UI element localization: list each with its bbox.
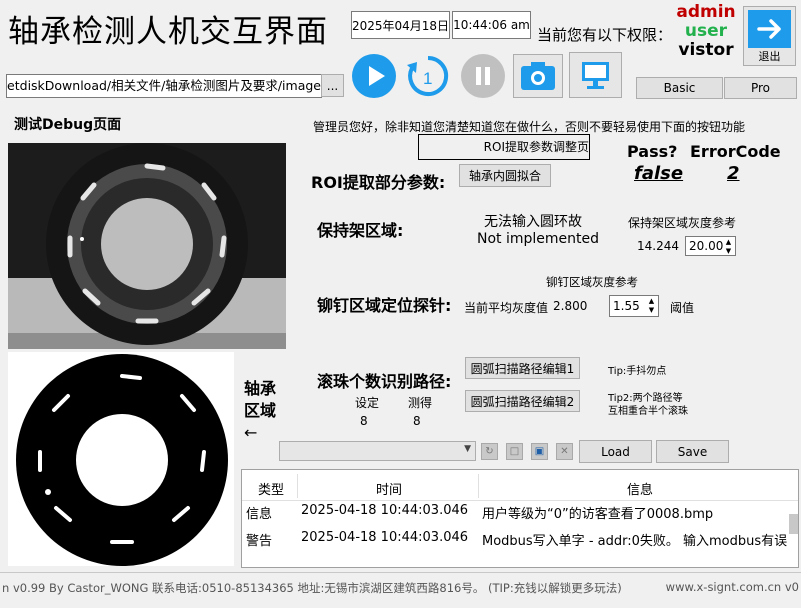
tip-2-line-2: 互相重合半个滚珠 <box>608 406 688 417</box>
role-admin: admin <box>676 2 736 22</box>
bearing-region-label: 轴承 区域 ← <box>244 379 277 442</box>
time-display: 10:44:06 am <box>452 11 531 39</box>
error-code-label: ErrorCode <box>690 142 781 161</box>
cage-not-implemented-en: Not implemented <box>477 231 600 247</box>
replay-icon[interactable]: 1 <box>404 52 452 100</box>
pass-label: Pass? <box>627 142 678 161</box>
status-info: n v0.99 By Castor_WONG 联系电话:0510-8513436… <box>2 581 622 595</box>
log-row[interactable]: 警告 2025-04-18 10:44:03.046 Modbus写入单字 - … <box>242 525 798 551</box>
browse-button[interactable]: ... <box>321 74 344 97</box>
pass-value: false <box>634 163 684 184</box>
threshold-spinner[interactable]: 1.55 ▲ ▼ <box>609 295 659 317</box>
log-header-info: 信息 <box>627 483 654 498</box>
avg-gray-value: 2.800 <box>553 299 588 313</box>
arrow-left-icon: ← <box>244 423 258 442</box>
log-header-type: 类型 <box>258 483 285 498</box>
inner-circle-fit-button[interactable]: 轴承内圆拟合 <box>459 164 551 187</box>
roi-adjust-field[interactable]: ROI提取参数调整页 <box>418 134 590 160</box>
arc-path-edit-2-button[interactable]: 圆弧扫描路径编辑2 <box>465 390 580 412</box>
play-icon[interactable] <box>352 54 396 98</box>
status-bar: n v0.99 By Castor_WONG 联系电话:0510-8513436… <box>0 572 801 601</box>
spin-arrows-icon[interactable]: ▲ ▼ <box>646 297 657 315</box>
cage-section-label: 保持架区域: <box>317 221 404 240</box>
measured-count-label: 测得 <box>408 396 433 410</box>
load-button[interactable]: Load <box>579 440 652 463</box>
cage-gray-spinner[interactable]: 20.00 ▲ ▼ <box>685 236 736 256</box>
cage-gray-label: 保持架区域灰度参考 <box>628 216 737 230</box>
basic-button[interactable]: Basic <box>636 77 723 99</box>
log-scrollbar[interactable] <box>789 514 798 534</box>
bearing-capture-image <box>8 143 286 349</box>
monitor-button[interactable] <box>569 52 622 98</box>
save-button[interactable]: Save <box>656 440 729 463</box>
log-header: 类型 时间 信息 <box>242 474 798 501</box>
refresh-icon[interactable]: ↻ <box>481 443 498 460</box>
app-title: 轴承检测人机交互界面 <box>8 14 328 50</box>
delete-icon[interactable]: ✕ <box>556 443 573 460</box>
arc-path-edit-1-button[interactable]: 圆弧扫描路径编辑1 <box>465 357 580 379</box>
error-code-value: 2 <box>727 163 740 184</box>
chevron-down-icon: ▼ <box>464 444 471 454</box>
admin-notice: 管理员您好，除非知道您清楚知道您在做什么，否则不要轻易使用下面的按钮功能 <box>313 120 746 134</box>
ball-section-label: 滚珠个数识别路径: <box>317 372 452 391</box>
threshold-label: 阈值 <box>670 301 695 315</box>
save-file-icon[interactable]: □ <box>506 443 523 460</box>
debug-page-title: 测试Debug页面 <box>14 117 122 133</box>
date-display: 2025年04月18日 <box>351 11 450 39</box>
cage-gray-value: 14.244 <box>637 239 679 253</box>
bearing-region-image <box>8 352 234 566</box>
camera-button[interactable] <box>513 54 563 98</box>
set-count-label: 设定 <box>355 396 380 410</box>
role-user: user <box>684 21 728 41</box>
role-visitor: vistor <box>678 40 734 60</box>
roi-section-label: ROI提取部分参数: <box>311 173 446 192</box>
permissions-label: 当前您有以下权限： <box>537 26 673 44</box>
arrow-right-icon <box>748 10 791 48</box>
image-path-input[interactable]: NetdiskDownload/相关文件/轴承检测图片及要求/image <box>6 74 322 98</box>
set-count-value: 8 <box>360 414 368 428</box>
config-select[interactable]: ▼ <box>279 441 476 461</box>
tip-1: Tip:手抖勿点 <box>608 366 667 377</box>
save-as-icon[interactable]: ▣ <box>531 443 548 460</box>
log-table[interactable]: 类型 时间 信息 信息 2025-04-18 10:44:03.046 用户等级… <box>241 469 799 568</box>
rivet-section-label: 铆钉区域定位探针: <box>317 296 452 315</box>
log-header-time: 时间 <box>376 483 403 498</box>
status-website: www.x-signt.com.cn v0 <box>665 580 799 594</box>
exit-button[interactable]: 退出 <box>743 6 796 66</box>
pro-button[interactable]: Pro <box>724 77 797 99</box>
spin-arrows-icon[interactable]: ▲ ▼ <box>723 238 734 255</box>
cage-not-implemented-cn: 无法输入圆环故 <box>484 214 582 230</box>
exit-label: 退出 <box>758 50 781 63</box>
svg-text:1: 1 <box>423 69 432 88</box>
log-row[interactable]: 信息 2025-04-18 10:44:03.046 用户等级为“0”的访客查看… <box>242 498 798 524</box>
pause-icon[interactable] <box>461 54 505 98</box>
role-list: admin user vistor <box>676 3 736 60</box>
camera-icon <box>521 62 555 90</box>
monitor-icon <box>582 62 609 89</box>
rivet-gray-label: 铆钉区域灰度参考 <box>546 275 638 289</box>
avg-gray-label: 当前平均灰度值 <box>464 301 549 315</box>
measured-count-value: 8 <box>413 414 421 428</box>
